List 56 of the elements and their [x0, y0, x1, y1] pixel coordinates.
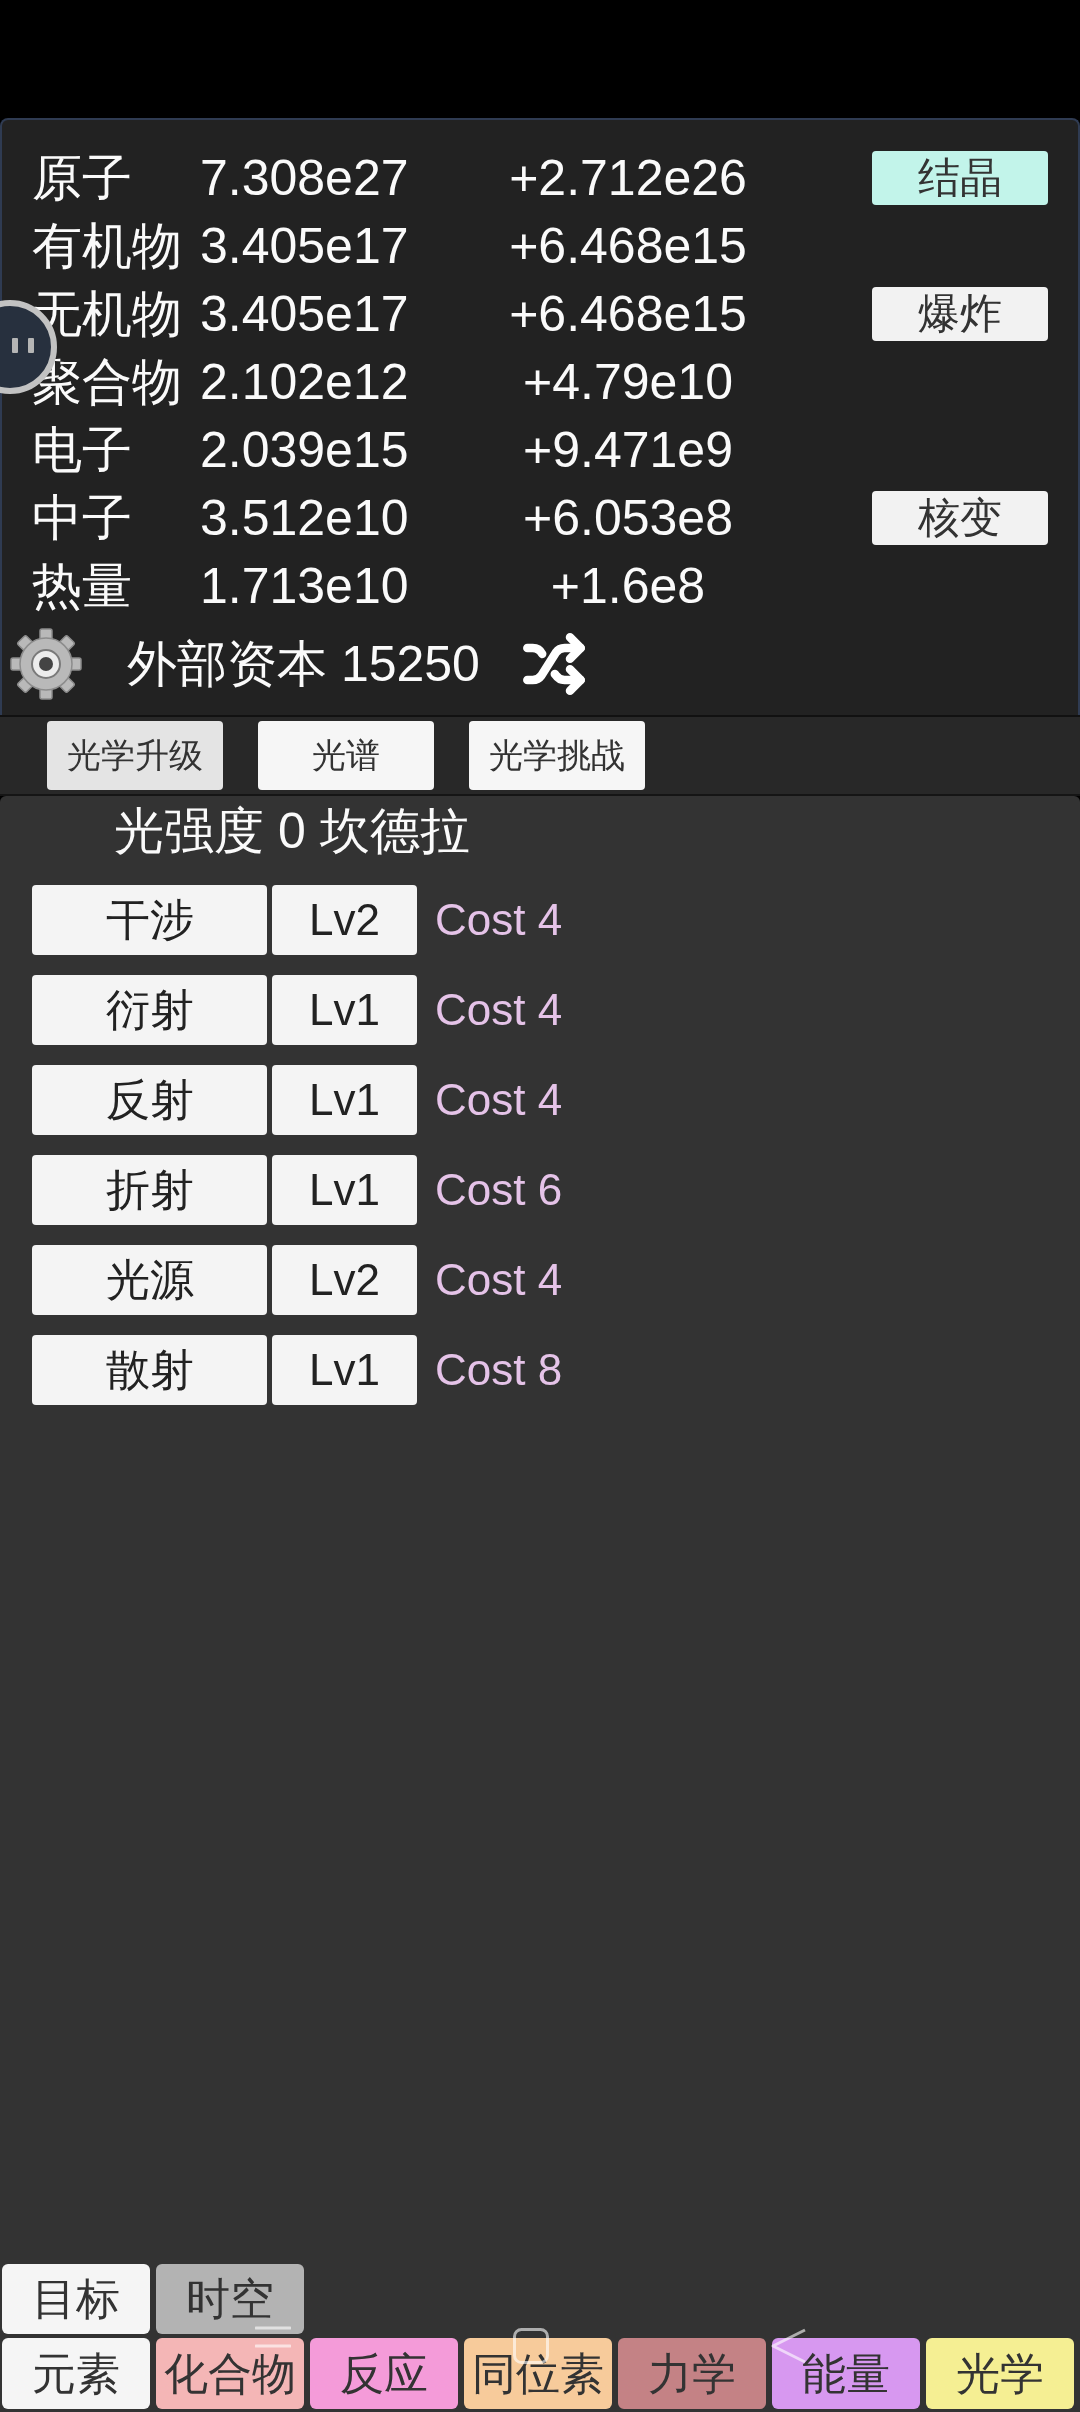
upgrade-button[interactable]: 折射 [32, 1155, 267, 1225]
level-button[interactable]: Lv2 [272, 885, 417, 955]
settings-gear-icon[interactable] [10, 628, 82, 700]
resource-rate: +6.053e8 [522, 493, 734, 543]
resource-name: 中子 [32, 493, 133, 543]
nav-tab[interactable]: 反应 [310, 2338, 458, 2409]
cost-label: Cost 4 [435, 1078, 563, 1122]
nav-tab[interactable]: 光学 [926, 2338, 1074, 2409]
resource-rate: +9.471e9 [522, 425, 734, 475]
resource-rate: +4.79e10 [522, 357, 734, 407]
level-button[interactable]: Lv1 [272, 1335, 417, 1405]
level-button[interactable]: Lv1 [272, 1065, 417, 1135]
resource-amount: 7.308e27 [200, 153, 410, 203]
cost-label: Cost 4 [435, 988, 563, 1032]
shuffle-icon[interactable] [521, 632, 586, 696]
cost-label: Cost 4 [435, 898, 563, 942]
upgrade-button[interactable]: 散射 [32, 1335, 267, 1405]
action-button[interactable]: 结晶 [872, 151, 1048, 205]
level-button[interactable]: Lv1 [272, 975, 417, 1045]
capital-label: 外部资本 15250 [127, 639, 480, 689]
upgrade-button[interactable]: 反射 [32, 1065, 267, 1135]
nav-tab[interactable]: 力学 [618, 2338, 766, 2409]
nav-tab[interactable]: 元素 [2, 2338, 150, 2409]
resource-rate: +1.6e8 [549, 561, 707, 611]
level-button[interactable]: Lv1 [272, 1155, 417, 1225]
resource-amount: 1.713e10 [200, 561, 410, 611]
nav-tab[interactable]: 同位素 [464, 2338, 612, 2409]
resource-rate: +6.468e15 [508, 289, 748, 339]
cost-label: Cost 8 [435, 1348, 563, 1392]
cost-label: Cost 6 [435, 1168, 563, 1212]
resource-amount: 3.405e17 [200, 289, 410, 339]
resource-amount: 2.102e12 [200, 357, 410, 407]
level-button[interactable]: Lv2 [272, 1245, 417, 1315]
upgrade-button[interactable]: 衍射 [32, 975, 267, 1045]
tab[interactable]: 光学升级 [47, 721, 223, 790]
resource-amount: 3.405e17 [200, 221, 410, 271]
resource-name: 电子 [32, 425, 133, 475]
menu-icon[interactable] [255, 2326, 291, 2348]
nav-tab[interactable]: 化合物 [156, 2338, 304, 2409]
resource-amount: 3.512e10 [200, 493, 410, 543]
action-button[interactable]: 爆炸 [872, 287, 1048, 341]
resource-name: 热量 [32, 561, 133, 611]
resource-name: 原子 [32, 153, 133, 203]
resource-rate: +2.712e26 [508, 153, 748, 203]
action-button[interactable]: 核变 [872, 491, 1048, 545]
tab[interactable]: 光学挑战 [469, 721, 645, 790]
tab[interactable]: 光谱 [258, 721, 434, 790]
tab[interactable]: 目标 [2, 2264, 150, 2334]
resource-rate: +6.468e15 [508, 221, 748, 271]
resource-name: 有机物 [32, 221, 183, 271]
upgrade-button[interactable]: 光源 [32, 1245, 267, 1315]
nav-tab[interactable]: 能量 [772, 2338, 920, 2409]
cost-label: Cost 4 [435, 1258, 563, 1302]
upgrade-button[interactable]: 干涉 [32, 885, 267, 955]
resource-amount: 2.039e15 [200, 425, 410, 475]
intensity-label: 光强度 0 坎德拉 [114, 802, 470, 861]
